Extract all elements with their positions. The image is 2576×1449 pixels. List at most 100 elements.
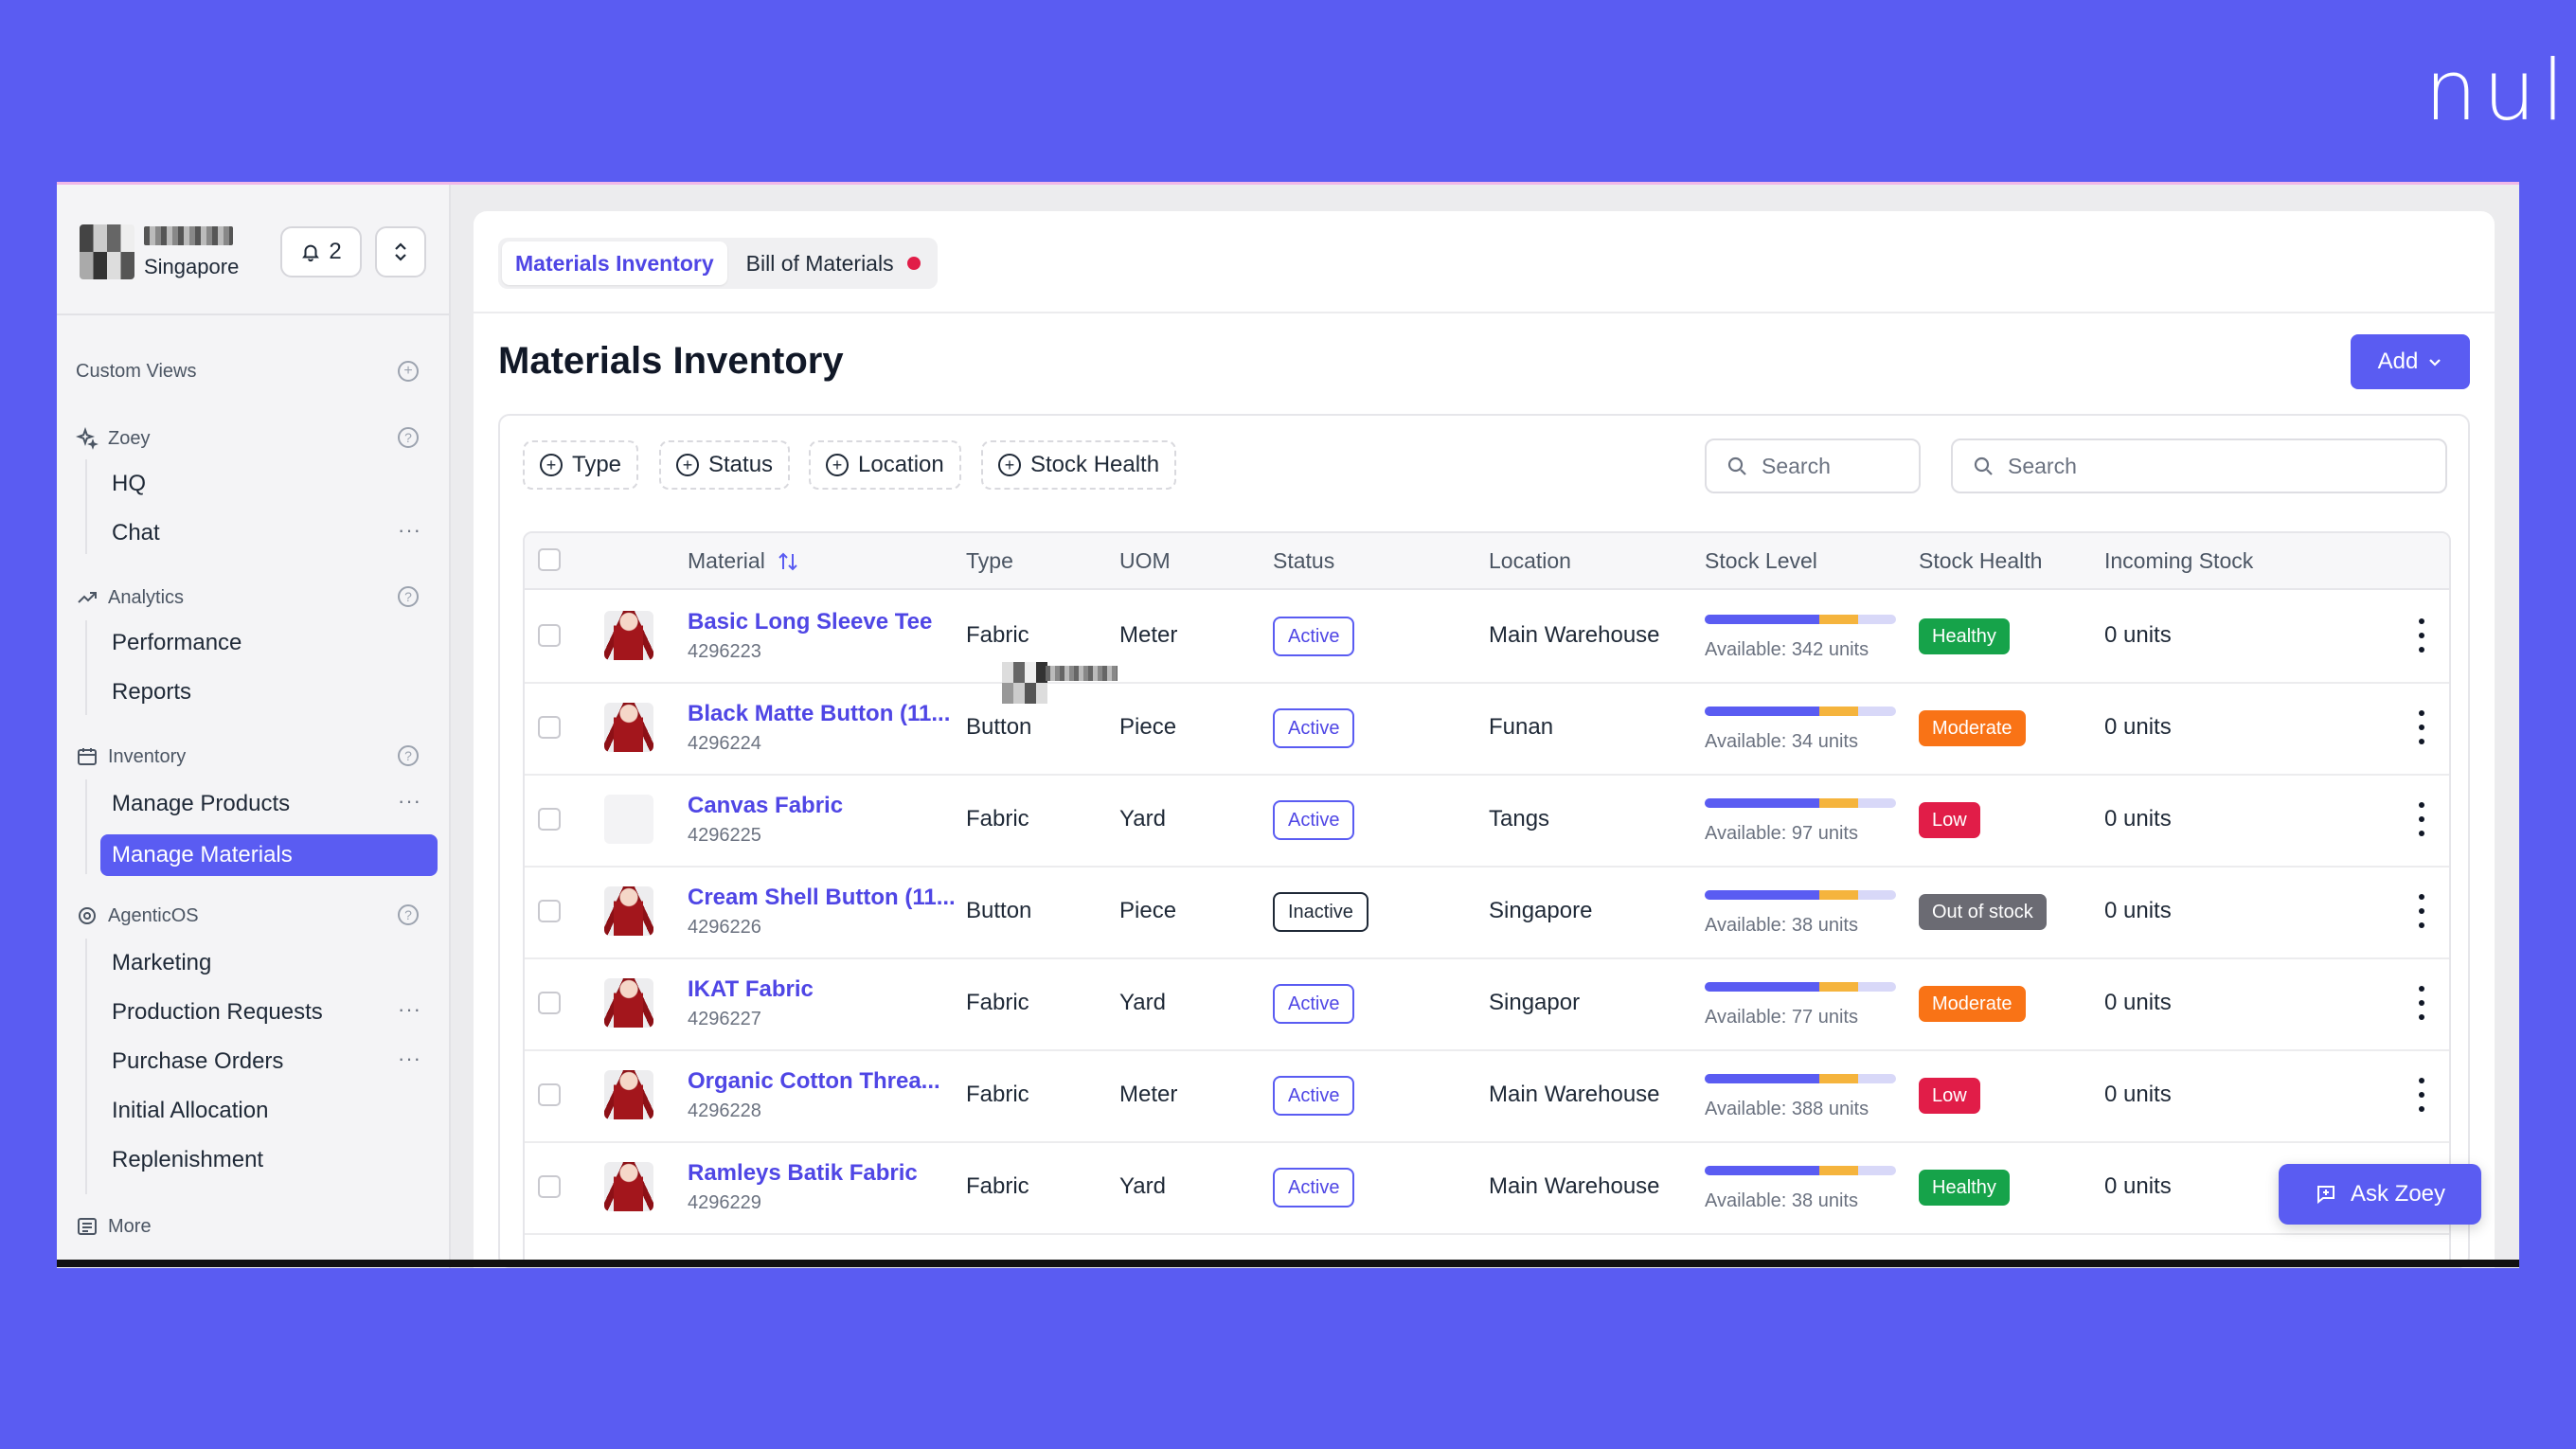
search-placeholder-2: Search <box>2008 453 2077 478</box>
more-options-icon[interactable]: ··· <box>398 518 421 543</box>
unsaved-indicator <box>906 257 921 270</box>
row-checkbox[interactable] <box>538 1175 561 1198</box>
sidebar-item-production-requests[interactable]: Production Requests <box>112 999 323 1026</box>
row-menu-icon[interactable] <box>2417 618 2426 653</box>
col-uom[interactable]: UOM <box>1119 548 1171 574</box>
help-icon[interactable]: ? <box>398 427 419 448</box>
row-menu-icon[interactable] <box>2417 710 2426 744</box>
incoming-stock: 0 units <box>2104 806 2172 832</box>
col-incoming-stock[interactable]: Incoming Stock <box>2104 548 2253 574</box>
row-checkbox[interactable] <box>538 992 561 1014</box>
gear-icon <box>79 907 96 924</box>
sidebar-item-performance[interactable]: Performance <box>112 630 242 656</box>
org-avatar[interactable] <box>80 224 134 279</box>
row-checkbox[interactable] <box>538 808 561 831</box>
health-badge: Moderate <box>1919 710 2026 746</box>
sort-icon[interactable] <box>777 550 799 573</box>
filter-location[interactable]: + Location <box>809 440 961 490</box>
help-icon[interactable]: ? <box>398 586 419 607</box>
section-zoey[interactable]: Zoey <box>76 427 150 450</box>
inventory-panel: + Type + Status + Location + Stock Healt… <box>498 414 2470 1268</box>
material-name-link[interactable]: Ramleys Batik Fabric <box>688 1160 918 1187</box>
material-name-link[interactable]: Cream Shell Button (11... <box>688 885 956 911</box>
material-name-link[interactable]: Canvas Fabric <box>688 793 843 819</box>
bell-icon <box>302 244 320 262</box>
col-stock-level[interactable]: Stock Level <box>1705 548 1817 574</box>
table-row[interactable]: Organic Cotton Threa... 4296228 Fabric M… <box>525 1049 2449 1143</box>
more-options-icon[interactable]: ··· <box>398 997 421 1022</box>
ask-zoey-button[interactable]: Ask Zoey <box>2279 1164 2481 1225</box>
add-button[interactable]: Add <box>2351 334 2470 389</box>
status-badge: Active <box>1273 708 1355 748</box>
stock-level-bar <box>1705 1166 1896 1175</box>
row-menu-icon[interactable] <box>2417 802 2426 836</box>
row-checkbox[interactable] <box>538 900 561 922</box>
row-menu-icon[interactable] <box>2417 986 2426 1020</box>
select-all-checkbox[interactable] <box>538 548 561 571</box>
more-options-icon[interactable]: ··· <box>398 789 421 814</box>
filter-stock-health[interactable]: + Stock Health <box>981 440 1177 490</box>
chevron-down-icon <box>2429 359 2442 367</box>
help-icon[interactable]: ? <box>398 904 419 925</box>
material-uom: Yard <box>1119 1173 1166 1199</box>
material-thumbnail <box>604 703 653 752</box>
section-analytics[interactable]: Analytics <box>76 586 184 609</box>
section-more[interactable]: More <box>76 1215 152 1238</box>
search-input-2[interactable]: Search <box>1951 438 2447 493</box>
col-stock-health[interactable]: Stock Health <box>1919 548 2042 574</box>
help-icon[interactable]: ? <box>398 745 419 766</box>
filter-type[interactable]: + Type <box>523 440 639 490</box>
row-menu-icon[interactable] <box>2417 894 2426 928</box>
add-custom-view-icon[interactable]: + <box>398 361 419 382</box>
material-name-link[interactable]: Basic Long Sleeve Tee <box>688 609 932 635</box>
material-type: Fabric <box>966 622 1029 648</box>
material-uom: Piece <box>1119 898 1177 923</box>
col-location[interactable]: Location <box>1489 548 1571 574</box>
col-type[interactable]: Type <box>966 548 1013 574</box>
material-name-link[interactable]: Black Matte Button (11... <box>688 701 950 727</box>
search-input-1[interactable]: Search <box>1705 438 1921 493</box>
col-material[interactable]: Material <box>688 548 799 574</box>
row-checkbox[interactable] <box>538 624 561 647</box>
sidebar-item-marketing[interactable]: Marketing <box>112 950 211 976</box>
col-material-label: Material <box>688 548 765 573</box>
table-row[interactable]: Basic Long Sleeve Tee 4296223 Fabric Met… <box>525 590 2449 684</box>
row-checkbox[interactable] <box>538 1083 561 1106</box>
material-name-link[interactable]: Organic Cotton Threa... <box>688 1068 940 1095</box>
col-status[interactable]: Status <box>1273 548 1334 574</box>
sidebar-item-purchase-orders[interactable]: Purchase Orders <box>112 1048 283 1075</box>
sidebar-item-manage-materials[interactable]: Manage Materials <box>100 834 438 876</box>
incoming-stock: 0 units <box>2104 990 2172 1015</box>
material-name-link[interactable]: IKAT Fabric <box>688 976 814 1003</box>
section-agenticos[interactable]: AgenticOS <box>76 904 199 927</box>
sidebar-item-replenishment[interactable]: Replenishment <box>112 1147 263 1173</box>
stock-available: Available: 77 units <box>1705 1007 1858 1028</box>
table-row[interactable]: Ramleys Batik Fabric 4296229 Fabric Yard… <box>525 1141 2449 1235</box>
sidebar-item-chat[interactable]: Chat <box>112 520 160 546</box>
search-placeholder-1: Search <box>1762 453 1831 478</box>
box-icon <box>78 748 97 765</box>
sidebar-item-initial-allocation[interactable]: Initial Allocation <box>112 1098 268 1124</box>
plus-circle-icon: + <box>826 454 849 476</box>
sidebar-item-reports[interactable]: Reports <box>112 679 191 706</box>
sidebar-item-manage-products[interactable]: Manage Products <box>112 791 290 817</box>
table-row[interactable]: Canvas Fabric 4296225 Fabric Yard Active… <box>525 774 2449 868</box>
material-type: Fabric <box>966 806 1029 832</box>
more-options-icon[interactable]: ··· <box>398 1046 421 1071</box>
table-row[interactable]: Black Matte Button (11... 4296224 Button… <box>525 682 2449 776</box>
tab-materials-inventory[interactable]: Materials Inventory <box>502 242 727 285</box>
row-menu-icon[interactable] <box>2417 1078 2426 1112</box>
search-icon <box>1974 456 1993 475</box>
material-thumbnail <box>604 1070 653 1119</box>
filter-status[interactable]: + Status <box>659 440 791 490</box>
table-row[interactable]: IKAT Fabric 4296227 Fabric Yard Active S… <box>525 957 2449 1051</box>
org-switch-button[interactable] <box>375 226 426 277</box>
material-uom: Yard <box>1119 990 1166 1015</box>
section-inventory[interactable]: Inventory <box>76 745 186 768</box>
stock-available: Available: 38 units <box>1705 915 1858 936</box>
sidebar-item-hq[interactable]: HQ <box>112 471 146 497</box>
table-row[interactable]: Cream Shell Button (11... 4296226 Button… <box>525 866 2449 959</box>
notifications-button[interactable]: 2 <box>280 226 362 277</box>
row-checkbox[interactable] <box>538 716 561 739</box>
tab-bill-of-materials[interactable]: Bill of Materials <box>733 242 934 285</box>
